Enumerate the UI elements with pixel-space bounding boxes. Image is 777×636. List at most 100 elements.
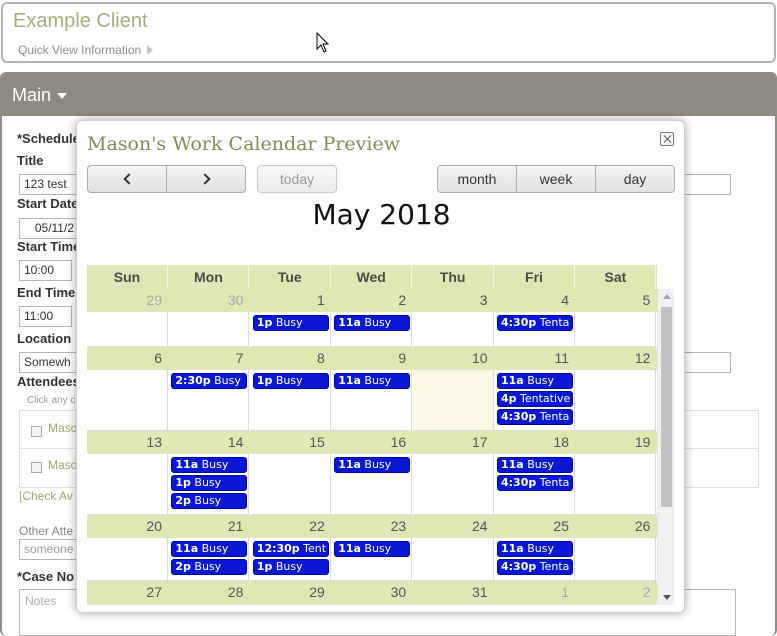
- prev-month-button[interactable]: [87, 165, 167, 193]
- day-number[interactable]: 23: [331, 515, 412, 538]
- calendar-event[interactable]: 12:30p Tent: [252, 541, 329, 557]
- location-input[interactable]: Somewh: [19, 352, 79, 373]
- main-section-toggle[interactable]: Main: [2, 74, 775, 116]
- day-cell[interactable]: [412, 604, 494, 605]
- month-view-button[interactable]: month: [437, 165, 517, 193]
- day-number[interactable]: 25: [494, 515, 575, 538]
- calendar-event[interactable]: 4:30p Tenta: [497, 559, 573, 575]
- calendar-scrollbar[interactable]: [657, 289, 674, 605]
- calendar-event[interactable]: 2p Busy: [171, 493, 248, 509]
- day-number[interactable]: 4: [494, 289, 575, 312]
- day-cell[interactable]: [412, 538, 494, 581]
- day-cell[interactable]: [168, 312, 250, 347]
- day-number[interactable]: 16: [331, 431, 412, 454]
- next-month-button[interactable]: [166, 165, 246, 193]
- calendar-event[interactable]: 4:30p Tenta: [497, 409, 573, 425]
- day-cell[interactable]: [575, 312, 657, 347]
- week-view-button[interactable]: week: [516, 165, 596, 193]
- day-cell[interactable]: [412, 312, 494, 347]
- day-cell[interactable]: [494, 604, 575, 605]
- day-number[interactable]: 3: [413, 289, 494, 312]
- day-cell[interactable]: [331, 604, 413, 605]
- end-time-input[interactable]: 11:00: [19, 306, 72, 327]
- day-view-button[interactable]: day: [595, 165, 675, 193]
- day-number[interactable]: 24: [413, 515, 494, 538]
- day-number[interactable]: 21: [168, 515, 249, 538]
- close-icon[interactable]: [660, 132, 674, 146]
- attendee-checkbox[interactable]: [31, 462, 42, 473]
- day-number[interactable]: 31: [413, 581, 494, 604]
- calendar-event[interactable]: 1p Busy: [252, 559, 329, 575]
- day-number[interactable]: 7: [168, 347, 249, 370]
- day-number[interactable]: 9: [331, 347, 412, 370]
- scroll-up-arrow-icon[interactable]: [663, 294, 671, 299]
- attendee-checkbox[interactable]: [31, 426, 42, 437]
- day-number[interactable]: 1: [250, 289, 331, 312]
- day-cell[interactable]: [412, 454, 494, 515]
- day-cell[interactable]: [87, 312, 168, 347]
- day-number[interactable]: 29: [250, 581, 331, 604]
- calendar-event[interactable]: 2:30p Busy: [171, 373, 248, 389]
- scroll-down-arrow-icon[interactable]: [663, 595, 671, 600]
- other-attendees-input[interactable]: someone: [19, 539, 79, 560]
- quick-view-toggle[interactable]: Quick View Information: [18, 43, 154, 57]
- day-cell[interactable]: [87, 370, 168, 431]
- day-cell[interactable]: [575, 604, 657, 605]
- day-number[interactable]: 28: [168, 581, 249, 604]
- day-cell[interactable]: [87, 454, 168, 515]
- day-cell[interactable]: [575, 454, 657, 515]
- calendar-event[interactable]: 4:30p Tenta: [497, 315, 573, 331]
- day-number[interactable]: 5: [575, 289, 656, 312]
- day-number[interactable]: 2: [331, 289, 412, 312]
- start-time-input[interactable]: 10:00: [19, 260, 72, 281]
- calendar-event[interactable]: 11a Busy: [334, 541, 411, 557]
- day-number[interactable]: 12: [575, 347, 656, 370]
- calendar-event[interactable]: 11a Busy: [497, 373, 573, 389]
- day-number[interactable]: 30: [331, 581, 412, 604]
- check-availability-link[interactable]: [Check Av: [19, 489, 73, 503]
- calendar-event[interactable]: 11a Busy: [334, 457, 411, 473]
- day-cell[interactable]: [87, 604, 168, 605]
- day-number[interactable]: 19: [575, 431, 656, 454]
- day-cell[interactable]: [87, 538, 168, 581]
- day-number[interactable]: 13: [87, 431, 168, 454]
- calendar-event[interactable]: 1p Busy: [171, 475, 248, 491]
- calendar-event[interactable]: 2p Busy: [171, 559, 248, 575]
- day-number[interactable]: 10: [413, 347, 494, 370]
- day-cell[interactable]: [575, 370, 657, 431]
- day-number[interactable]: 22: [250, 515, 331, 538]
- day-cell[interactable]: [412, 370, 494, 431]
- calendar-event[interactable]: 11a Busy: [171, 457, 248, 473]
- day-number[interactable]: 11: [494, 347, 575, 370]
- today-button[interactable]: today: [257, 165, 337, 193]
- day-number[interactable]: 18: [494, 431, 575, 454]
- day-number[interactable]: 14: [168, 431, 249, 454]
- day-number[interactable]: 29: [87, 289, 168, 312]
- day-number[interactable]: 8: [250, 347, 331, 370]
- day-number[interactable]: 6: [87, 347, 168, 370]
- calendar-event[interactable]: 4:30p Tenta: [497, 475, 573, 491]
- location-input-right-edge[interactable]: [680, 352, 731, 373]
- day-cell[interactable]: [249, 454, 331, 515]
- title-input-right-edge[interactable]: [680, 174, 731, 195]
- calendar-event[interactable]: 1p Busy: [252, 373, 329, 389]
- calendar-event[interactable]: 11a Busy: [334, 315, 411, 331]
- day-cell[interactable]: [168, 604, 250, 605]
- day-number[interactable]: 27: [87, 581, 168, 604]
- calendar-event[interactable]: 1p Busy: [252, 315, 329, 331]
- day-number[interactable]: 17: [413, 431, 494, 454]
- day-number[interactable]: 30: [168, 289, 249, 312]
- scroll-thumb[interactable]: [661, 307, 672, 507]
- calendar-event[interactable]: 11a Busy: [497, 541, 573, 557]
- calendar-event[interactable]: 11a Busy: [497, 457, 573, 473]
- day-cell[interactable]: [249, 604, 331, 605]
- day-number[interactable]: 15: [250, 431, 331, 454]
- day-number[interactable]: 1: [494, 581, 575, 604]
- start-date-input[interactable]: 05/11/2: [19, 218, 79, 239]
- calendar-event[interactable]: 11a Busy: [334, 373, 411, 389]
- day-number[interactable]: 26: [575, 515, 656, 538]
- day-number[interactable]: 2: [575, 581, 656, 604]
- day-cell[interactable]: [575, 538, 657, 581]
- day-number[interactable]: 20: [87, 515, 168, 538]
- title-input[interactable]: 123 test: [19, 174, 79, 195]
